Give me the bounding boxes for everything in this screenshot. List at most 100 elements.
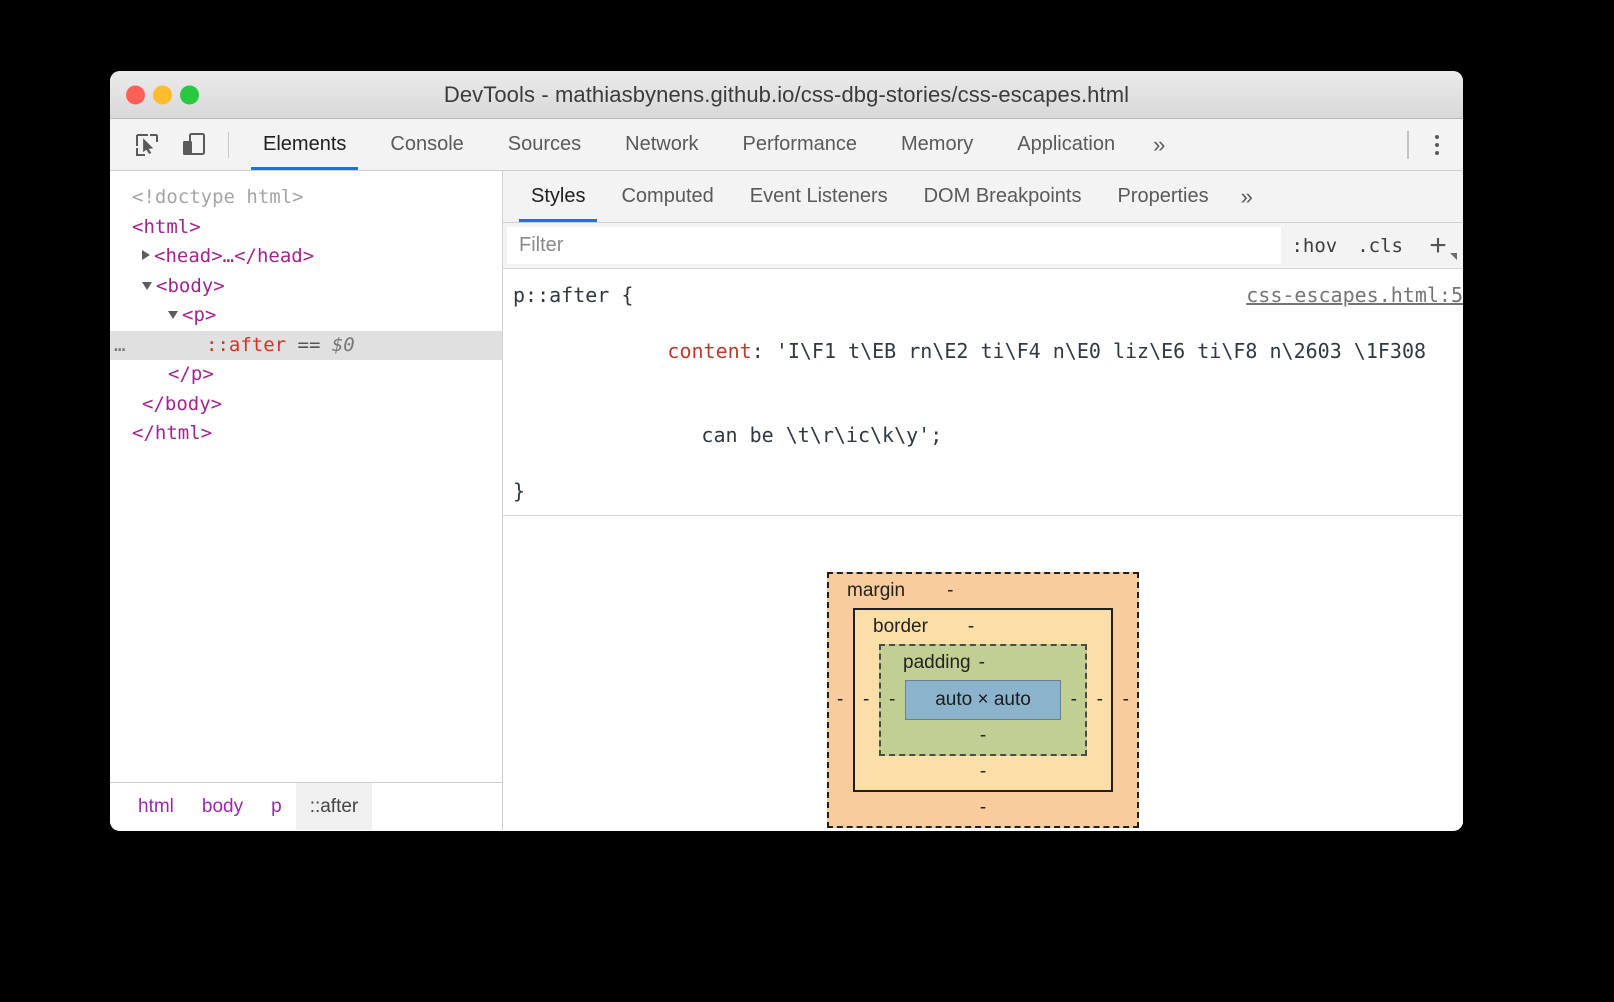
box-model-margin-top-value[interactable]: - bbox=[905, 574, 953, 602]
dom-node-body-close[interactable]: </body> bbox=[110, 390, 502, 420]
dom-node-p-close-text: </p> bbox=[168, 363, 214, 385]
toolbar-right-separator bbox=[1407, 130, 1409, 159]
minimize-window-button[interactable] bbox=[153, 85, 172, 104]
box-model-border-top-value[interactable]: - bbox=[928, 610, 974, 638]
element-classes-button[interactable]: .cls bbox=[1347, 223, 1413, 268]
tab-styles[interactable]: Styles bbox=[513, 171, 603, 222]
devtools-panel-tabs: Elements Console Sources Network Perform… bbox=[241, 119, 1181, 170]
box-model-padding-bottom-value[interactable]: - bbox=[881, 720, 1085, 754]
tab-styles-label: Styles bbox=[531, 185, 586, 207]
styles-filter-bar: :hov .cls + bbox=[503, 223, 1463, 269]
box-model-padding-left-value[interactable]: - bbox=[889, 689, 895, 711]
dom-node-head[interactable]: <head>…</head> bbox=[110, 242, 502, 272]
tab-computed[interactable]: Computed bbox=[603, 171, 731, 222]
tab-performance[interactable]: Performance bbox=[721, 119, 880, 170]
more-styles-tabs-chevron-icon[interactable]: » bbox=[1227, 171, 1267, 222]
dom-node-head-text: <head>…</head> bbox=[154, 245, 315, 267]
tab-dom-breakpoints[interactable]: DOM Breakpoints bbox=[906, 171, 1100, 222]
styles-sidebar: Styles Computed Event Listeners DOM Brea… bbox=[503, 171, 1463, 830]
kebab-menu-icon[interactable] bbox=[1425, 134, 1449, 155]
collapse-triangle-icon[interactable] bbox=[142, 281, 152, 290]
box-model-border-right-value[interactable]: - bbox=[1097, 689, 1103, 711]
toggle-element-state-button[interactable]: :hov bbox=[1281, 223, 1347, 268]
dom-node-html-text: <html> bbox=[132, 215, 201, 238]
dom-gutter-ellipsis[interactable]: … bbox=[114, 331, 126, 361]
new-style-rule-button[interactable]: + bbox=[1413, 223, 1463, 268]
more-panels-chevron-icon[interactable]: » bbox=[1137, 119, 1181, 170]
expand-triangle-icon[interactable] bbox=[142, 250, 150, 260]
tab-memory[interactable]: Memory bbox=[879, 119, 995, 170]
box-model-padding[interactable]: padding - - - auto × auto - bbox=[879, 644, 1087, 756]
box-model-margin-left-value[interactable]: - bbox=[837, 689, 843, 711]
dom-node-pseudo-label: ::after bbox=[206, 333, 287, 356]
box-model-margin-right-value[interactable]: - bbox=[1123, 689, 1129, 711]
dom-node-body-open[interactable]: <body> bbox=[110, 272, 502, 302]
box-model-padding-label-row: padding - bbox=[881, 646, 1085, 674]
breadcrumb-item-p[interactable]: p bbox=[257, 783, 296, 830]
tab-network-label: Network bbox=[625, 133, 699, 155]
box-model-border-left-value[interactable]: - bbox=[863, 689, 869, 711]
box-model-padding-top-value[interactable]: - bbox=[971, 646, 985, 674]
tab-elements[interactable]: Elements bbox=[241, 119, 368, 170]
tab-sources-label: Sources bbox=[507, 133, 582, 155]
dom-node-p-open[interactable]: <p> bbox=[110, 301, 502, 331]
traffic-light-buttons bbox=[126, 85, 199, 104]
style-property-value-line2[interactable]: can be \t\r\ic\k\y'; bbox=[701, 423, 942, 447]
style-declaration-content[interactable]: content: 'I\F1 t\EB rn\E2 ti\F4 n\E0 liz… bbox=[503, 309, 1463, 393]
dom-node-html-open[interactable]: <html> bbox=[110, 213, 502, 243]
close-window-button[interactable] bbox=[126, 85, 145, 104]
box-model-border[interactable]: border - - - padding - - - auto × auto -… bbox=[853, 608, 1113, 792]
device-toolbar-icon[interactable] bbox=[170, 119, 216, 170]
box-model-margin-bottom-value[interactable]: - bbox=[829, 792, 1137, 826]
style-property-value-line1[interactable]: 'I\F1 t\EB rn\E2 ti\F4 n\E0 liz\E6 ti\F8… bbox=[776, 339, 1426, 363]
new-rule-caret-icon[interactable] bbox=[1450, 253, 1457, 260]
tab-event-listeners-label: Event Listeners bbox=[749, 185, 888, 207]
dom-node-doctype[interactable]: <!doctype html> bbox=[110, 183, 502, 213]
tab-network[interactable]: Network bbox=[603, 119, 720, 170]
devtools-body: <!doctype html> <html> <head>…</head> <b… bbox=[110, 171, 1463, 830]
tab-sources[interactable]: Sources bbox=[486, 119, 603, 170]
style-property-name[interactable]: content bbox=[667, 339, 751, 363]
box-model-border-label: border bbox=[873, 616, 928, 637]
tab-console[interactable]: Console bbox=[368, 119, 485, 170]
breadcrumb-item-html[interactable]: html bbox=[124, 783, 188, 830]
style-property-value-line2-row: can be \t\r\ic\k\y'; bbox=[503, 393, 1463, 477]
window-title: DevTools - mathiasbynens.github.io/css-d… bbox=[443, 81, 1130, 107]
breadcrumb-item-after[interactable]: ::after bbox=[295, 783, 373, 830]
box-model-margin[interactable]: margin - - - border - - - padding - - - … bbox=[827, 572, 1139, 828]
dom-node-console-ref: $0 bbox=[331, 333, 355, 356]
tab-properties-label: Properties bbox=[1117, 185, 1209, 207]
toolbar-right-group bbox=[1407, 119, 1463, 170]
elements-panel: <!doctype html> <html> <head>…</head> <b… bbox=[110, 171, 503, 830]
window-titlebar: DevTools - mathiasbynens.github.io/css-d… bbox=[110, 71, 1463, 119]
style-rule-block: p::after { css-escapes.html:5 content: '… bbox=[503, 269, 1463, 516]
dom-node-doctype-text: <!doctype html> bbox=[132, 186, 304, 208]
box-model-padding-right-value[interactable]: - bbox=[1071, 689, 1077, 711]
dom-node-html-close-text: </html> bbox=[132, 422, 213, 444]
collapse-triangle-icon[interactable] bbox=[168, 311, 178, 319]
styles-filter-input[interactable] bbox=[507, 227, 1282, 264]
tab-properties[interactable]: Properties bbox=[1099, 171, 1226, 222]
dom-node-html-close[interactable]: </html> bbox=[110, 419, 502, 449]
dom-node-pseudo-after[interactable]: …::after == $0 bbox=[110, 330, 502, 361]
box-model-border-label-row: border - bbox=[855, 610, 1111, 638]
tab-application-label: Application bbox=[1017, 133, 1116, 155]
box-model-content[interactable]: auto × auto bbox=[905, 680, 1061, 720]
tab-memory-label: Memory bbox=[901, 133, 974, 155]
maximize-window-button[interactable] bbox=[180, 85, 199, 104]
box-model-border-bottom-value[interactable]: - bbox=[855, 756, 1111, 790]
tab-computed-label: Computed bbox=[621, 185, 714, 207]
box-model-margin-label: margin bbox=[847, 580, 906, 601]
dom-tree: <!doctype html> <html> <head>…</head> <b… bbox=[110, 171, 502, 782]
tab-application[interactable]: Application bbox=[995, 119, 1137, 170]
breadcrumb-item-body[interactable]: body bbox=[188, 783, 257, 830]
box-model-diagram: margin - - - border - - - padding - - - … bbox=[503, 516, 1463, 830]
style-rule-selector[interactable]: p::after { bbox=[513, 281, 633, 309]
devtools-main-toolbar: Elements Console Sources Network Perform… bbox=[110, 119, 1463, 171]
box-model-padding-label: padding bbox=[903, 652, 971, 673]
inspect-element-icon[interactable] bbox=[124, 119, 170, 170]
style-rule-source-link[interactable]: css-escapes.html:5 bbox=[1246, 281, 1463, 309]
tab-event-listeners[interactable]: Event Listeners bbox=[732, 171, 906, 222]
style-rule-closing-brace: } bbox=[513, 479, 526, 503]
dom-node-p-close[interactable]: </p> bbox=[110, 360, 502, 390]
